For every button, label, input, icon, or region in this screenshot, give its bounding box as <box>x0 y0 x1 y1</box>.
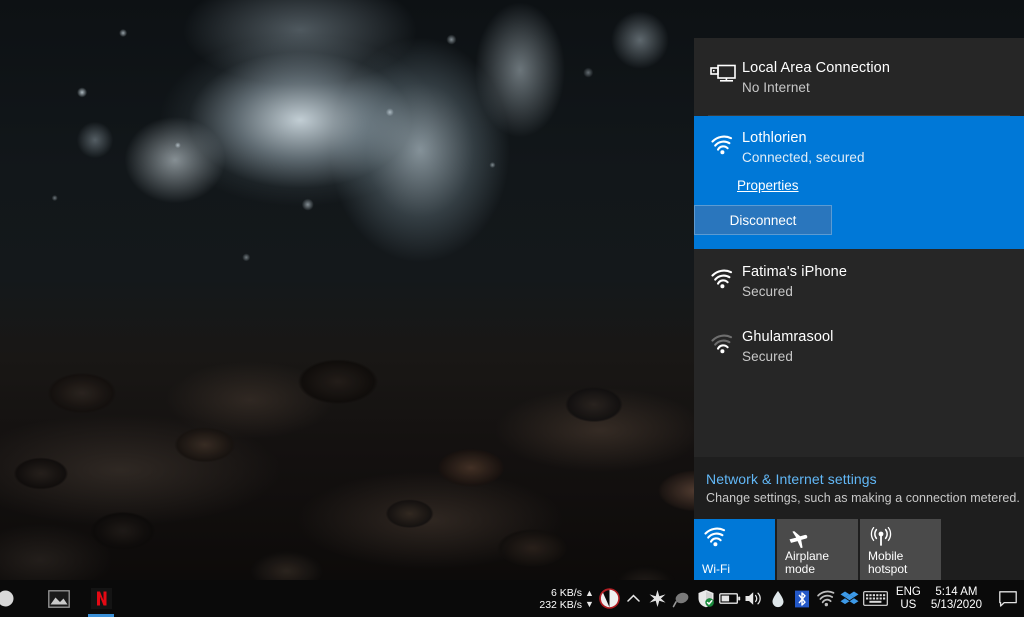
windows-defender-icon[interactable] <box>694 580 718 617</box>
notification-icon <box>999 590 1017 607</box>
quick-action-tiles: Wi-Fi Airplane mode Mobile hotspot <box>694 519 1024 580</box>
network-fatimas-iphone-text: Fatima's iPhone Secured <box>742 262 847 301</box>
network-ghulamrasool-text: Ghulamrasool Secured <box>742 327 833 366</box>
network-speed-values: 6 KB/s 232 KB/s <box>539 587 582 611</box>
network-internet-settings-link[interactable]: Network & Internet settings <box>706 471 1024 487</box>
ethernet-text: Local Area Connection No Internet <box>742 58 890 97</box>
network-speed-indicator[interactable]: 6 KB/s 232 KB/s ▲ ▼ <box>539 587 594 611</box>
network-status: Connected, secured <box>742 150 865 165</box>
network-row-lothlorien-header: Lothlorien Connected, secured <box>694 116 875 167</box>
network-name: Ghulamrasool <box>742 329 834 345</box>
taskbar: 6 KB/s 232 KB/s ▲ ▼ ENG US 5:14 AM 5/13/… <box>0 580 1024 617</box>
network-name: Fatima's iPhone <box>742 264 848 280</box>
network-row-ghulamrasool[interactable]: Ghulamrasool Secured <box>694 314 1024 379</box>
clock-time: 5:14 AM <box>935 585 978 598</box>
ethernet-status: No Internet <box>742 80 810 95</box>
f-lux-icon[interactable] <box>598 580 622 617</box>
volume-icon[interactable] <box>742 580 766 617</box>
upload-arrow-icon: ▲ <box>584 587 594 598</box>
download-arrow-icon: ▼ <box>584 598 594 609</box>
upload-speed: 6 KB/s <box>551 586 582 599</box>
quick-action-label: Wi-Fi <box>702 562 730 576</box>
start-button[interactable] <box>0 580 24 617</box>
quick-action-airplane-mode[interactable]: Airplane mode <box>777 519 858 580</box>
graphics-settings-icon[interactable] <box>646 580 670 617</box>
ethernet-connection-row[interactable]: Local Area Connection No Internet <box>694 38 1024 115</box>
properties-link[interactable]: Properties <box>737 178 799 193</box>
network-action-row: Disconnect <box>694 193 842 249</box>
quick-action-label: Mobile hotspot <box>868 549 908 576</box>
action-center-button[interactable] <box>992 580 1024 617</box>
bluetooth-icon[interactable] <box>790 580 814 617</box>
network-settings-section: Network & Internet settings Change setti… <box>694 457 1024 580</box>
taskbar-app-netflix[interactable] <box>80 580 122 617</box>
disconnect-button[interactable]: Disconnect <box>694 205 832 235</box>
network-name: Lothlorien <box>742 130 807 146</box>
mouse-utility-icon[interactable] <box>670 580 694 617</box>
water-splash-graphic <box>0 0 684 330</box>
show-hidden-icons-chevron[interactable] <box>622 580 646 617</box>
network-lothlorien-text: Lothlorien Connected, secured <box>742 128 865 167</box>
system-tray: 6 KB/s 232 KB/s ▲ ▼ ENG US 5:14 AM 5/13/… <box>539 580 1024 617</box>
wifi-icon <box>706 128 742 162</box>
network-speed-arrows: ▲ ▼ <box>585 588 594 610</box>
download-speed: 232 KB/s <box>539 598 582 611</box>
battery-icon[interactable] <box>718 580 742 617</box>
wifi-icon <box>703 527 727 552</box>
network-row-lothlorien[interactable]: Lothlorien Connected, secured Properties… <box>694 116 1024 249</box>
network-status: Secured <box>742 284 793 299</box>
water-drop-icon[interactable] <box>766 580 790 617</box>
language-indicator[interactable]: ENG US <box>890 586 929 612</box>
wifi-icon <box>706 262 742 296</box>
connection-list: Local Area Connection No Internet Lothlo… <box>694 38 1024 457</box>
desktop-screen: Local Area Connection No Internet Lothlo… <box>0 0 1024 617</box>
wifi-icon[interactable] <box>814 580 838 617</box>
touch-keyboard-icon[interactable] <box>862 580 890 617</box>
network-settings-description: Change settings, such as making a connec… <box>706 491 1020 505</box>
network-flyout-panel: Local Area Connection No Internet Lothlo… <box>694 38 1024 580</box>
wifi-icon <box>706 327 742 361</box>
quick-action-label: Airplane mode <box>785 549 830 576</box>
quick-action-mobile-hotspot[interactable]: Mobile hotspot <box>860 519 941 580</box>
ethernet-icon <box>706 58 742 92</box>
clock[interactable]: 5:14 AM 5/13/2020 <box>929 586 992 612</box>
quick-action-wifi[interactable]: Wi-Fi <box>694 519 775 580</box>
language-code: ENG <box>895 585 921 598</box>
language-region: US <box>900 598 917 611</box>
ethernet-name: Local Area Connection <box>742 60 891 76</box>
network-row-fatimas-iphone[interactable]: Fatima's iPhone Secured <box>694 249 1024 314</box>
dropbox-icon[interactable] <box>838 580 862 617</box>
taskbar-app-photos[interactable] <box>38 580 80 617</box>
clock-date: 5/13/2020 <box>930 598 982 611</box>
network-status: Secured <box>742 349 793 364</box>
